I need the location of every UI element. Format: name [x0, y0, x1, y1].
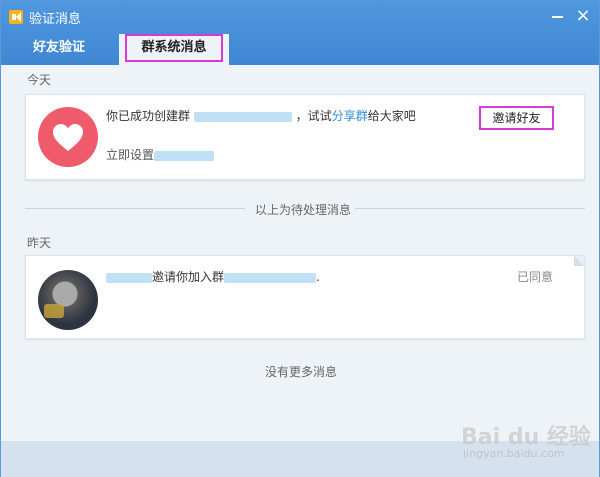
redacted-group-name[interactable]	[224, 272, 317, 283]
invite-message-end: .	[316, 270, 320, 284]
title-bar: 验证消息 × 好友验证 群系统消息	[1, 1, 599, 65]
day-label-yesterday: 昨天	[27, 236, 52, 250]
redacted-inviter-name[interactable]	[106, 272, 152, 283]
corner-fold	[574, 256, 584, 266]
tab-label: 好友验证	[32, 40, 85, 55]
invite-friends-button[interactable]: 邀请好友	[479, 106, 554, 130]
watermark-url: jingyan.baidu.com	[463, 447, 565, 460]
divider-text: 以上为待处理消息	[255, 203, 352, 217]
message-card-group-invite: 邀请你加入群. 已同意	[25, 255, 585, 339]
group-avatar	[38, 107, 98, 167]
setup-prefix: 立即设置	[106, 148, 155, 162]
inviter-avatar[interactable]	[38, 270, 98, 330]
redacted-setup-link[interactable]	[154, 150, 215, 161]
invite-message-text: 邀请你加入群.	[106, 268, 320, 285]
message-suffix: 给大家吧	[367, 109, 416, 123]
no-more-messages: 没有更多消息	[264, 365, 337, 379]
divider-line	[25, 208, 245, 209]
verification-window: 验证消息 × 好友验证 群系统消息 今天 你已成功创建群 ，试试分享群给大家吧 …	[0, 0, 600, 477]
status-agreed: 已同意	[517, 270, 554, 284]
pending-divider: 以上为待处理消息	[25, 201, 585, 217]
divider-line	[355, 208, 585, 209]
message-text: 你已成功创建群 ，试试分享群给大家吧	[106, 107, 416, 124]
share-group-link[interactable]: 分享群	[332, 109, 368, 123]
tab-friend-verification[interactable]: 好友验证	[19, 34, 99, 65]
speaker-icon	[9, 10, 23, 24]
redacted-group-name	[193, 111, 292, 122]
window-title: 验证消息	[29, 12, 82, 27]
message-mid: ，试试	[295, 109, 332, 123]
day-label-today: 今天	[27, 73, 52, 87]
heart-icon	[53, 124, 83, 151]
close-button[interactable]: ×	[573, 6, 593, 26]
tab-group-system-messages[interactable]: 群系统消息	[119, 34, 229, 65]
invite-message-mid: 邀请你加入群	[152, 270, 225, 284]
minimize-button[interactable]	[547, 6, 567, 26]
highlight-box	[125, 34, 223, 62]
message-prefix: 你已成功创建群	[106, 109, 191, 123]
message-card-group-created: 你已成功创建群 ，试试分享群给大家吧 邀请好友 立即设置	[25, 94, 585, 180]
setup-text: 立即设置	[106, 146, 215, 163]
